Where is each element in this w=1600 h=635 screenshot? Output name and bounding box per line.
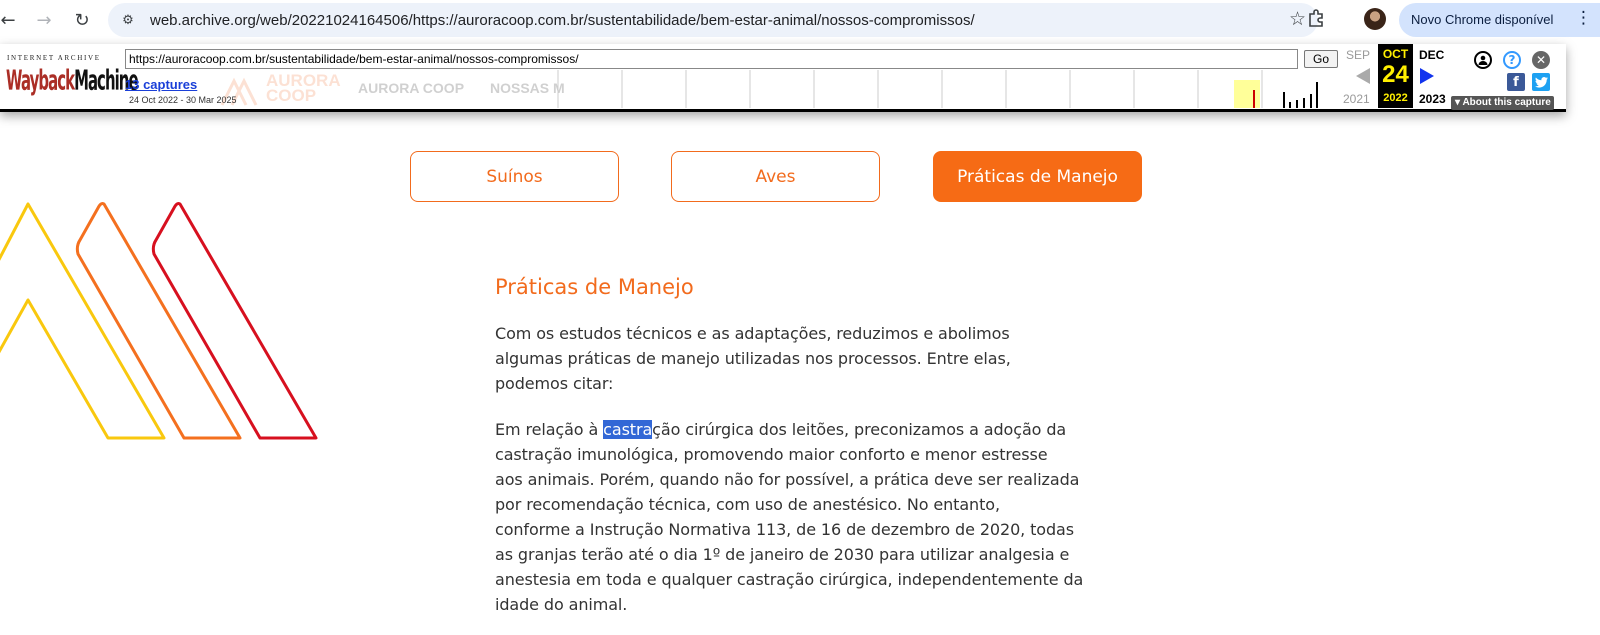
text-line: Com os estudos técnicos e as adaptações,…	[495, 324, 1010, 343]
text-line: anestesia em toda e qualquer castração c…	[495, 570, 1084, 589]
reload-icon[interactable]: ↻	[68, 6, 96, 34]
intro-paragraph: Com os estudos técnicos e as adaptações,…	[495, 321, 1065, 396]
text-fragment: Em relação à	[495, 420, 604, 439]
about-capture-label: About this capture	[1462, 97, 1551, 108]
address-bar[interactable]: ⚙ web.archive.org/web/20221024164506/htt…	[108, 3, 1318, 37]
help-icon[interactable]: ?	[1503, 51, 1521, 69]
text-line: aos animais. Porém, quando não for possí…	[495, 470, 1080, 489]
address-url[interactable]: web.archive.org/web/20221024164506/https…	[150, 12, 975, 29]
text-line: Em relação à castração cirúrgica dos lei…	[495, 417, 1067, 442]
selected-text[interactable]: castra	[603, 420, 652, 439]
current-year: 2022	[1383, 92, 1408, 104]
text-line: as granjas terão até o dia 1º de janeiro…	[495, 545, 1070, 564]
decorative-chevrons	[0, 202, 318, 440]
ghost-brand-text: AURORA COOP	[266, 71, 340, 105]
site-info-icon[interactable]: ⚙	[118, 10, 138, 30]
ghost-nav-item: AURORA COOP	[358, 80, 465, 96]
forward-arrow-icon[interactable]: →	[30, 6, 58, 34]
bookmark-star-icon[interactable]: ☆	[1289, 8, 1306, 30]
wayback-logo[interactable]: WaybackMachine	[6, 64, 139, 97]
current-day: 24	[1382, 61, 1409, 88]
wayback-url-input[interactable]: https://auroracoop.com.br/sustentabilida…	[125, 49, 1298, 69]
twitter-icon[interactable]	[1532, 73, 1550, 91]
user-account-icon[interactable]	[1474, 51, 1492, 69]
text-line: conforme a Instrução Normativa 113, de 1…	[495, 520, 1074, 539]
extensions-icon[interactable]	[1306, 8, 1328, 30]
wayback-logo-a: Wayback	[6, 64, 75, 97]
captures-sparkline[interactable]	[556, 70, 1320, 108]
prev-capture-arrow-icon[interactable]	[1356, 68, 1370, 84]
close-icon[interactable]: ✕	[1532, 51, 1550, 69]
back-arrow-icon[interactable]: ←	[0, 6, 22, 34]
next-capture-arrow-icon[interactable]	[1420, 68, 1434, 84]
prev-month-label[interactable]: SEP	[1346, 48, 1370, 62]
current-capture-date: OCT 24 2022	[1378, 44, 1413, 108]
captures-link[interactable]: 13 captures	[125, 77, 197, 92]
text-line: por recomendação técnica, com uso de ane…	[495, 495, 1000, 514]
internet-archive-label: INTERNET ARCHIVE	[7, 54, 101, 62]
body-paragraph: Em relação à castração cirúrgica dos lei…	[495, 417, 1084, 617]
tab-suinos[interactable]: Suínos	[410, 151, 619, 202]
tab-praticas-de-manejo[interactable]: Práticas de Manejo	[933, 151, 1142, 202]
next-month-label[interactable]: DEC	[1419, 48, 1444, 62]
text-line: algumas práticas de manejo utilizadas no…	[495, 349, 1011, 368]
more-menu-icon[interactable]: ⋮	[1575, 8, 1592, 28]
wayback-toolbar: INTERNET ARCHIVE WaybackMachine https://…	[0, 44, 1566, 112]
profile-avatar[interactable]	[1364, 8, 1386, 30]
section-title: Práticas de Manejo	[495, 275, 694, 299]
go-button[interactable]: Go	[1304, 50, 1338, 68]
chrome-update-button[interactable]: Novo Chrome disponível ⋮	[1399, 3, 1600, 37]
capture-date-range: 24 Oct 2022 - 30 Mar 2025	[129, 95, 237, 105]
browser-toolbar: ← → ↻ ⚙ web.archive.org/web/202210241645…	[0, 0, 1600, 40]
text-line: podemos citar:	[495, 374, 614, 393]
current-month: OCT	[1382, 47, 1409, 61]
text-line: idade do animal.	[495, 595, 628, 614]
text-fragment: ção cirúrgica dos leitões, preconizamos …	[652, 420, 1067, 439]
about-capture-button[interactable]: ▾ About this capture	[1451, 96, 1554, 110]
text-line: castração imunológica, promovendo maior …	[495, 445, 1048, 464]
facebook-icon[interactable]: f	[1507, 73, 1525, 91]
prev-year-label[interactable]: 2021	[1343, 92, 1370, 106]
next-year-label[interactable]: 2023	[1419, 92, 1446, 106]
ghost-nav-item: NOSSAS M	[490, 80, 565, 96]
tab-aves[interactable]: Aves	[671, 151, 880, 202]
update-label: Novo Chrome disponível	[1411, 12, 1554, 27]
